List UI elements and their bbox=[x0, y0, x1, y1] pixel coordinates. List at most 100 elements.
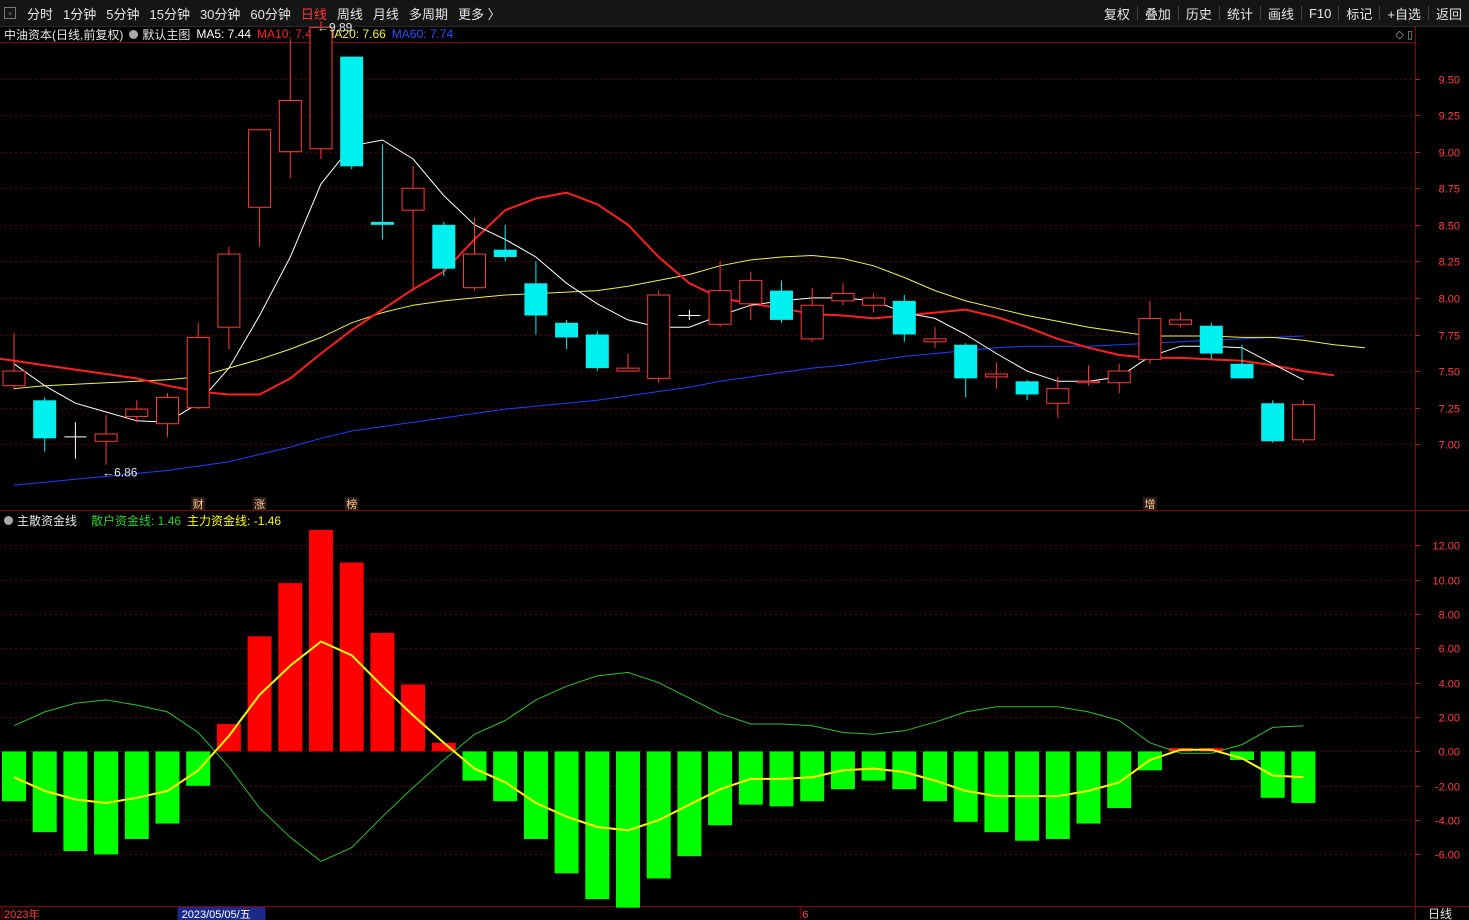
ma60-value: MA60: 7.74 bbox=[391, 27, 454, 41]
period-tab[interactable]: 分时 bbox=[22, 4, 58, 23]
event-marker-bg bbox=[344, 497, 359, 510]
retail-fund-line bbox=[13, 671, 1304, 862]
candle bbox=[432, 221, 456, 276]
fund-bar bbox=[738, 751, 763, 805]
candle-body bbox=[770, 290, 793, 320]
tool-button[interactable]: 标记 bbox=[1341, 4, 1377, 23]
y-tick-label: 10.00 bbox=[1432, 576, 1460, 588]
fund-bar bbox=[247, 636, 272, 752]
candle bbox=[1261, 400, 1285, 443]
fund-bar bbox=[1168, 748, 1193, 752]
fund-bar bbox=[800, 751, 825, 802]
indicator-title[interactable]: 主散资金线 bbox=[17, 512, 77, 529]
fund-bar bbox=[523, 751, 548, 840]
candle-body bbox=[1261, 403, 1285, 442]
fund-bar bbox=[1015, 751, 1040, 841]
candle-body bbox=[340, 56, 364, 167]
candle-body bbox=[248, 129, 272, 208]
indicator-dropdown-icon[interactable] bbox=[4, 515, 13, 525]
candle-body bbox=[33, 400, 57, 439]
candle bbox=[401, 166, 425, 291]
ma20-value: MA20: 7.66 bbox=[324, 27, 386, 41]
fund-bar bbox=[493, 751, 518, 802]
toolbar-divider bbox=[1218, 6, 1220, 20]
ma20-line bbox=[13, 254, 1365, 390]
period-tab[interactable]: 5分钟 bbox=[101, 4, 144, 23]
candle bbox=[1291, 400, 1315, 443]
period-tab[interactable]: 多周期 bbox=[404, 4, 453, 23]
candle-body bbox=[432, 224, 456, 269]
diamond-icon[interactable]: ◇ bbox=[1395, 29, 1403, 41]
window-icon[interactable]: ▯ bbox=[1407, 29, 1413, 41]
menu-icon[interactable]: ▫ bbox=[4, 7, 16, 19]
candle bbox=[1199, 322, 1223, 360]
event-marker: 榜 bbox=[346, 497, 357, 511]
period-tab[interactable]: 60分钟 bbox=[245, 4, 295, 23]
candle-body bbox=[1107, 370, 1131, 384]
toolbar-divider bbox=[1259, 6, 1261, 20]
candle bbox=[278, 39, 302, 179]
fund-bar bbox=[63, 751, 88, 852]
fund-bar bbox=[94, 751, 119, 855]
candle-body bbox=[217, 253, 241, 328]
candle-body bbox=[739, 279, 763, 305]
toolbar-divider bbox=[1300, 6, 1302, 20]
x-tick-label: 2023/05/05/五 bbox=[182, 909, 251, 920]
candle bbox=[862, 293, 886, 313]
fund-bar bbox=[953, 751, 978, 822]
y-tick-label: 7.75 bbox=[1439, 331, 1460, 343]
candle-body bbox=[800, 304, 824, 340]
main-fund-line bbox=[13, 640, 1304, 832]
event-marker: 增 bbox=[1144, 497, 1155, 511]
candle bbox=[1230, 344, 1254, 379]
period-corner-label: 日线 bbox=[1428, 907, 1452, 920]
y-tick-label: 8.00 bbox=[1439, 610, 1460, 622]
kline-chart[interactable]: 9.50 9.25 9.00 8.75 8.50 8.25 8.00 7.75 7.50 7.25… bbox=[0, 0, 1469, 920]
period-tab[interactable]: 30分钟 bbox=[195, 4, 245, 23]
tool-button[interactable]: 统计 bbox=[1222, 4, 1258, 23]
period-tab[interactable]: 周线 bbox=[332, 4, 368, 23]
period-tab[interactable]: 1分钟 bbox=[58, 4, 101, 23]
stock-title[interactable]: 中油资本(日线,前复权) bbox=[4, 26, 123, 43]
candle-body bbox=[94, 433, 118, 442]
period-tab[interactable]: 月线 bbox=[368, 4, 404, 23]
tool-button[interactable]: 复权 bbox=[1099, 4, 1135, 23]
fund-bar bbox=[1291, 751, 1316, 803]
fund-bar bbox=[216, 723, 241, 752]
tool-button[interactable]: 叠加 bbox=[1140, 4, 1176, 23]
tool-button[interactable]: F10 bbox=[1304, 6, 1336, 21]
fund-bar bbox=[708, 751, 733, 826]
period-tabs: ▫ 分时 1分钟 5分钟 15分钟 30分钟 60分钟 日线 周线 月线 多周期 更多 〉 bbox=[4, 0, 506, 26]
tool-button[interactable]: 返回 bbox=[1431, 4, 1467, 23]
tool-button[interactable]: +自选 bbox=[1382, 4, 1426, 23]
fund-bar bbox=[1076, 751, 1101, 824]
x-tick-label: 5 bbox=[188, 909, 194, 920]
ma10-line bbox=[0, 191, 1335, 396]
event-marker-bg bbox=[1142, 497, 1157, 510]
event-marker-bg bbox=[191, 497, 206, 510]
fund-bar bbox=[401, 684, 426, 752]
period-tab[interactable]: 日线 bbox=[296, 4, 332, 23]
template-name[interactable]: 默认主图 bbox=[142, 26, 190, 43]
toolbar-divider bbox=[1379, 6, 1381, 20]
candle-body bbox=[156, 396, 179, 425]
tool-button[interactable]: 历史 bbox=[1181, 4, 1217, 23]
toolbar-divider bbox=[1338, 6, 1340, 20]
tool-button[interactable]: 画线 bbox=[1263, 4, 1299, 23]
template-dropdown-icon[interactable] bbox=[129, 29, 139, 39]
main-line-value: 主力资金线: -1.46 bbox=[187, 513, 282, 528]
y-tick-label: 8.75 bbox=[1439, 184, 1460, 196]
candle bbox=[493, 224, 517, 262]
y-tick-label: -2.00 bbox=[1435, 782, 1460, 794]
period-tab[interactable]: 15分钟 bbox=[144, 4, 194, 23]
candle-body bbox=[401, 187, 425, 211]
candle-body bbox=[463, 253, 486, 289]
candle-body bbox=[370, 221, 394, 225]
candle bbox=[64, 422, 87, 459]
event-marker-bg bbox=[252, 497, 267, 510]
candle-body bbox=[892, 300, 916, 335]
period-tab[interactable]: 更多 〉 bbox=[453, 4, 506, 23]
candle bbox=[1015, 379, 1039, 401]
candle bbox=[1169, 312, 1193, 328]
fund-bar bbox=[309, 529, 333, 752]
